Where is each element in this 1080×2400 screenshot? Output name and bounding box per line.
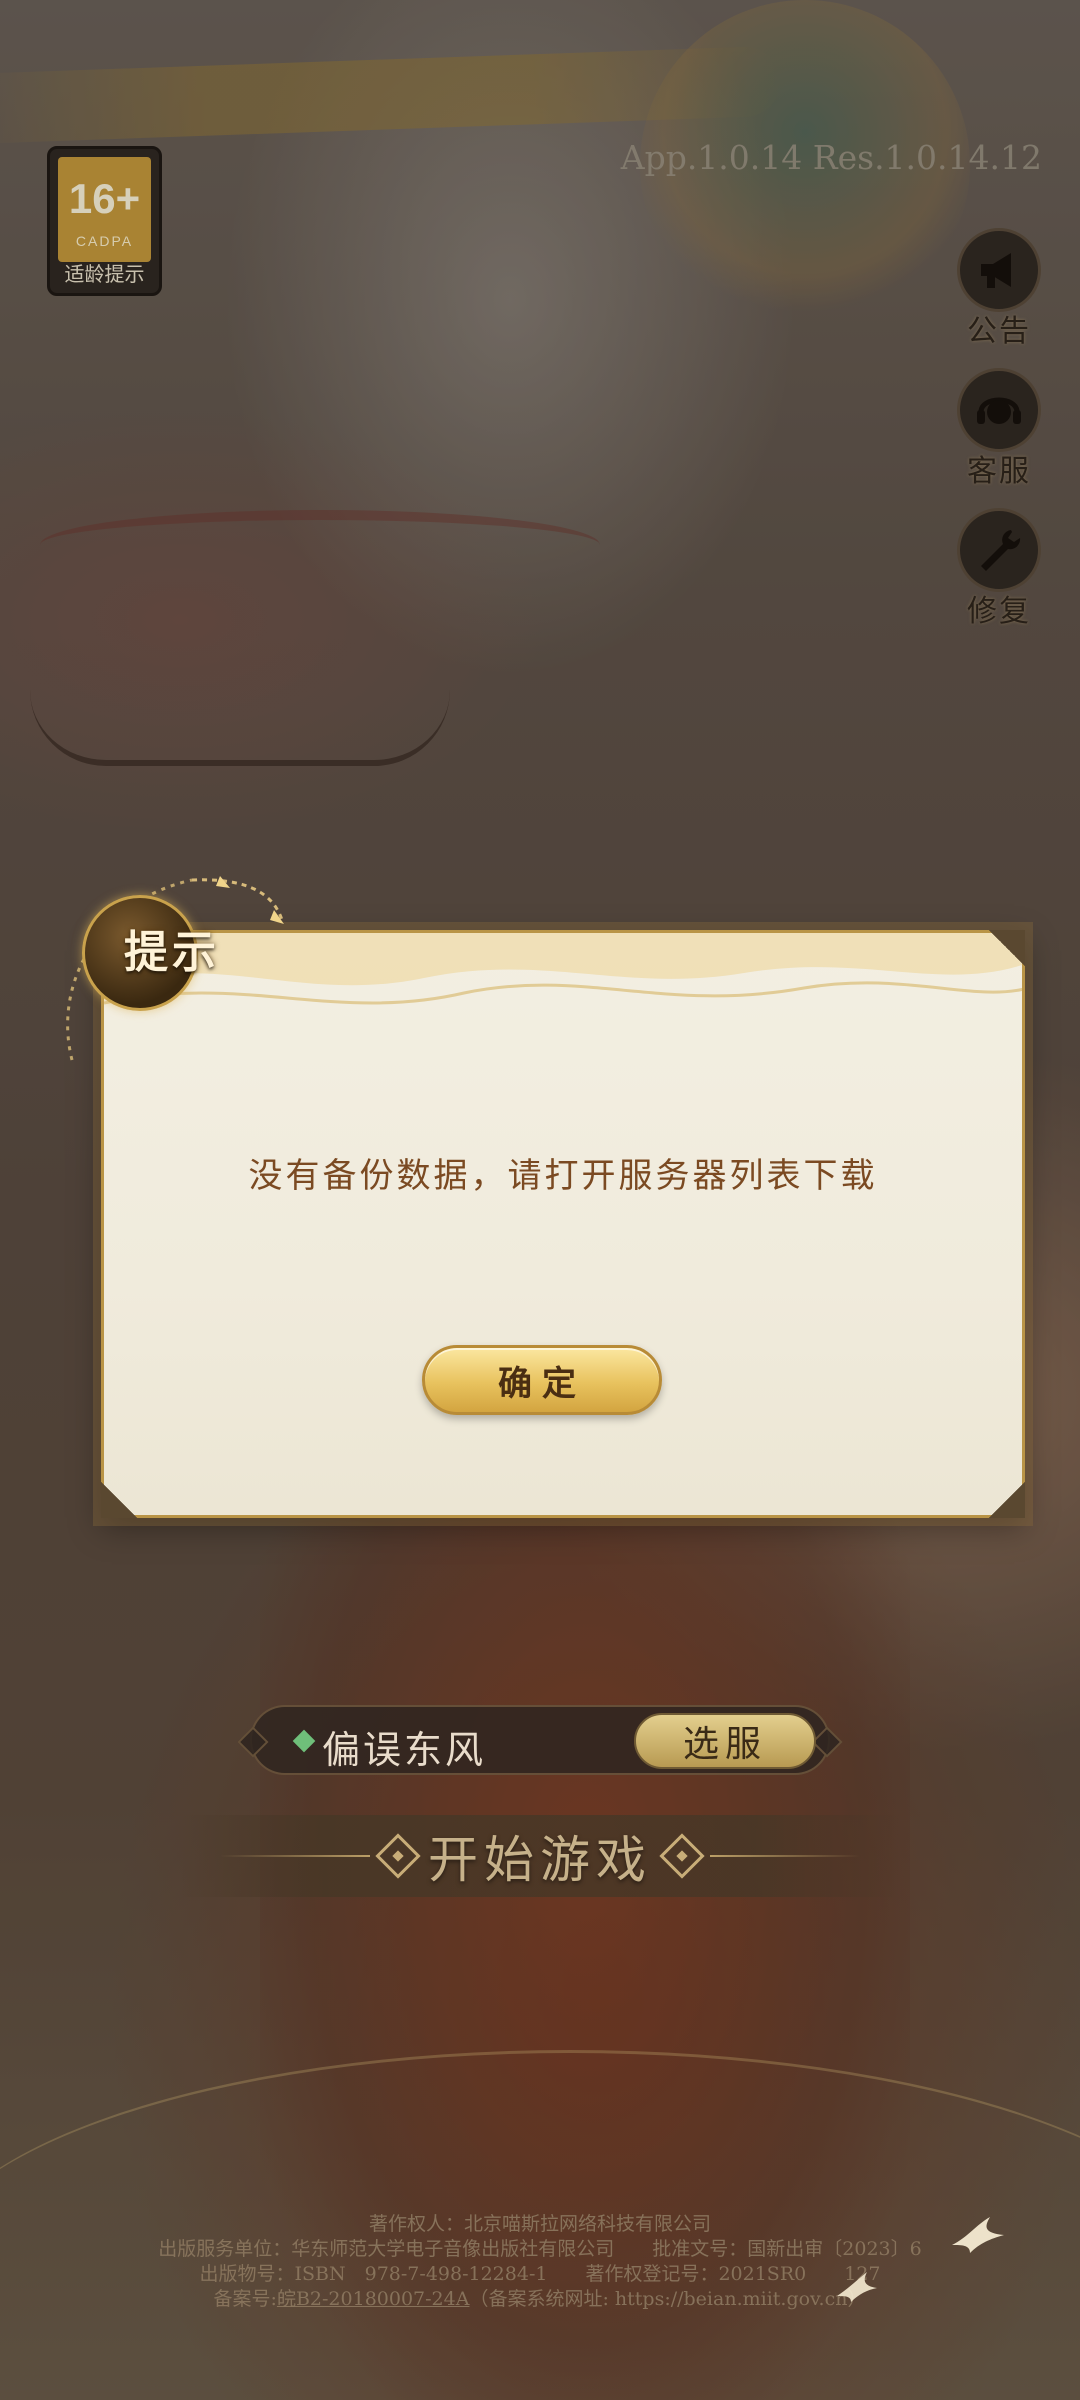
dialog-title: 提示 — [124, 927, 220, 978]
footer-isbn: 出版物号：ISBN 978-7-498-12284-1 著作权登记号：2021S… — [199, 2263, 881, 2285]
swallow-icon — [837, 2272, 877, 2302]
dialog-corner — [989, 1482, 1025, 1518]
legal-footer: 著作权人：北京喵斯拉网络科技有限公司 出版服务单位：华东师范大学电子音像出版社有… — [0, 2212, 1080, 2312]
confirm-button[interactable]: 确定 — [422, 1345, 662, 1415]
start-game-button[interactable]: 开始游戏 — [180, 1815, 900, 1897]
footer-copyright: 著作权人：北京喵斯拉网络科技有限公司 — [368, 2213, 711, 2235]
diamond-ornament-icon — [375, 1833, 421, 1879]
dialog-corner — [101, 1482, 137, 1518]
footer-icp: 备案号:皖B2-20180007-24A（备案系统网址: https://bei… — [0, 2287, 1080, 2312]
start-line-decoration — [710, 1855, 860, 1857]
server-name: 偏误东风 — [322, 1728, 487, 1772]
dialog-corner — [989, 930, 1025, 966]
dialog-message: 没有备份数据，请打开服务器列表下载 — [248, 1156, 878, 1196]
dialog-title-badge: 提示 — [52, 860, 352, 1070]
start-line-decoration — [220, 1855, 370, 1857]
footer-publisher: 出版服务单位：华东师范大学电子音像出版社有限公司 批准文号：国新出审〔2023〕… — [158, 2238, 922, 2260]
start-game-label: 开始游戏 — [428, 1831, 652, 1889]
server-status-icon — [292, 1729, 316, 1753]
diamond-ornament-icon — [659, 1833, 705, 1879]
select-server-button[interactable]: 选服 — [634, 1713, 816, 1769]
swallow-icon — [952, 2217, 1004, 2253]
footer-icp-prefix: 备案号: — [213, 2288, 277, 2310]
footer-icp-suffix: （备案系统网址: https://beian.miit.gov.cn） — [469, 2288, 867, 2310]
server-selector[interactable]: 偏误东风 选服 — [237, 1705, 843, 1775]
icp-link[interactable]: 皖B2-20180007-24A — [277, 2288, 470, 2310]
